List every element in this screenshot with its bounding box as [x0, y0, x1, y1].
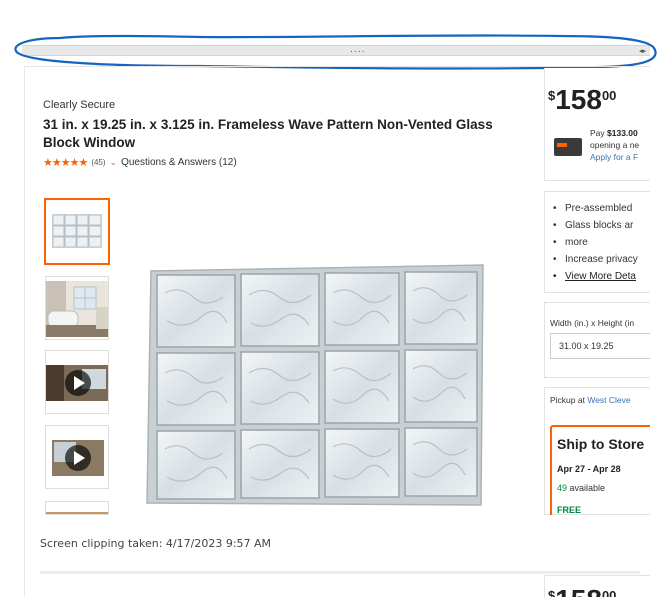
thumbnail-bathroom[interactable]: [45, 276, 109, 340]
video-thumb-image: [46, 365, 108, 401]
available-count: 49: [557, 483, 568, 493]
ship-to-store-title: Ship to Store: [557, 436, 645, 452]
ellipse-stroke: [14, 34, 657, 70]
product-title: 31 in. x 19.25 in. x 3.125 in. Frameless…: [43, 117, 493, 150]
rating-row: ★★★★★ (45) ⌄ Questions & Answers (12): [43, 156, 237, 169]
price-cents: 00: [601, 88, 617, 103]
glass-block-thumb-image: [52, 214, 102, 248]
price-dollars: 158: [555, 84, 602, 115]
financing-line2: opening a ne: [590, 140, 640, 150]
frame-top-border: [24, 66, 650, 67]
pickup-label: Pickup at West Cleve: [550, 395, 650, 405]
available-label: available: [567, 483, 606, 493]
brand-name[interactable]: Clearly Secure: [43, 99, 115, 111]
product-price: $ 158 00: [548, 84, 616, 116]
financing-offer: Pay $133.00 opening a ne Apply for a F: [590, 127, 650, 163]
thumbnail-video-2[interactable]: [45, 425, 109, 489]
highlights-list: Pre-assembled Glass blocks ar more Incre…: [553, 200, 650, 285]
pickup-prefix: Pickup at: [550, 395, 588, 405]
chevron-down-icon[interactable]: ⌄: [110, 157, 118, 168]
screen-clipping-caption: Screen clipping taken: 4/17/2023 9:57 AM: [40, 537, 272, 550]
ship-dates: Apr 27 - Apr 28: [557, 464, 621, 474]
credit-card-stripe: [557, 143, 567, 147]
highlight-item: Pre-assembled: [553, 200, 650, 217]
bottom-price-cents: 00: [601, 588, 617, 597]
size-label: Width (in.) x Height (in: [550, 318, 635, 328]
price-currency: $: [548, 88, 556, 103]
bottom-price-currency: $: [548, 588, 556, 597]
credit-card-icon: [554, 138, 582, 156]
partial-thumb-image: [46, 512, 108, 514]
rating-stars-icon[interactable]: ★★★★★: [43, 156, 88, 169]
bathroom-thumb-image: [46, 281, 108, 337]
financing-amount: $133.00: [607, 128, 638, 138]
highlight-item: Increase privacy: [553, 251, 650, 268]
financing-prefix: Pay: [590, 128, 608, 138]
review-count[interactable]: (45): [91, 158, 105, 167]
size-selector[interactable]: 31.00 x 19.25: [550, 333, 650, 359]
bottom-price: $ 158 00: [548, 584, 616, 597]
bottom-price-dollars: 158: [555, 584, 602, 597]
glass-blocks-grid: [156, 271, 478, 500]
free-label: FREE: [557, 505, 582, 515]
main-product-image[interactable]: [143, 263, 488, 508]
thumbnail-partial[interactable]: [45, 501, 109, 515]
highlight-item-continued: more: [553, 234, 650, 251]
pickup-store-link[interactable]: West Cleve: [587, 395, 630, 405]
divider: [40, 571, 640, 574]
apply-card-link[interactable]: Apply for a F: [590, 151, 650, 163]
thumbnail-video-1[interactable]: [45, 350, 109, 414]
thumbnail-glass-block[interactable]: [44, 198, 110, 265]
availability: 49 available: [557, 483, 605, 493]
view-more-details-link[interactable]: View More Deta: [553, 268, 650, 285]
highlight-item: Glass blocks ar: [553, 217, 650, 234]
questions-answers-link[interactable]: Questions & Answers (12): [121, 157, 237, 168]
video-thumb-image-2: [52, 440, 104, 476]
